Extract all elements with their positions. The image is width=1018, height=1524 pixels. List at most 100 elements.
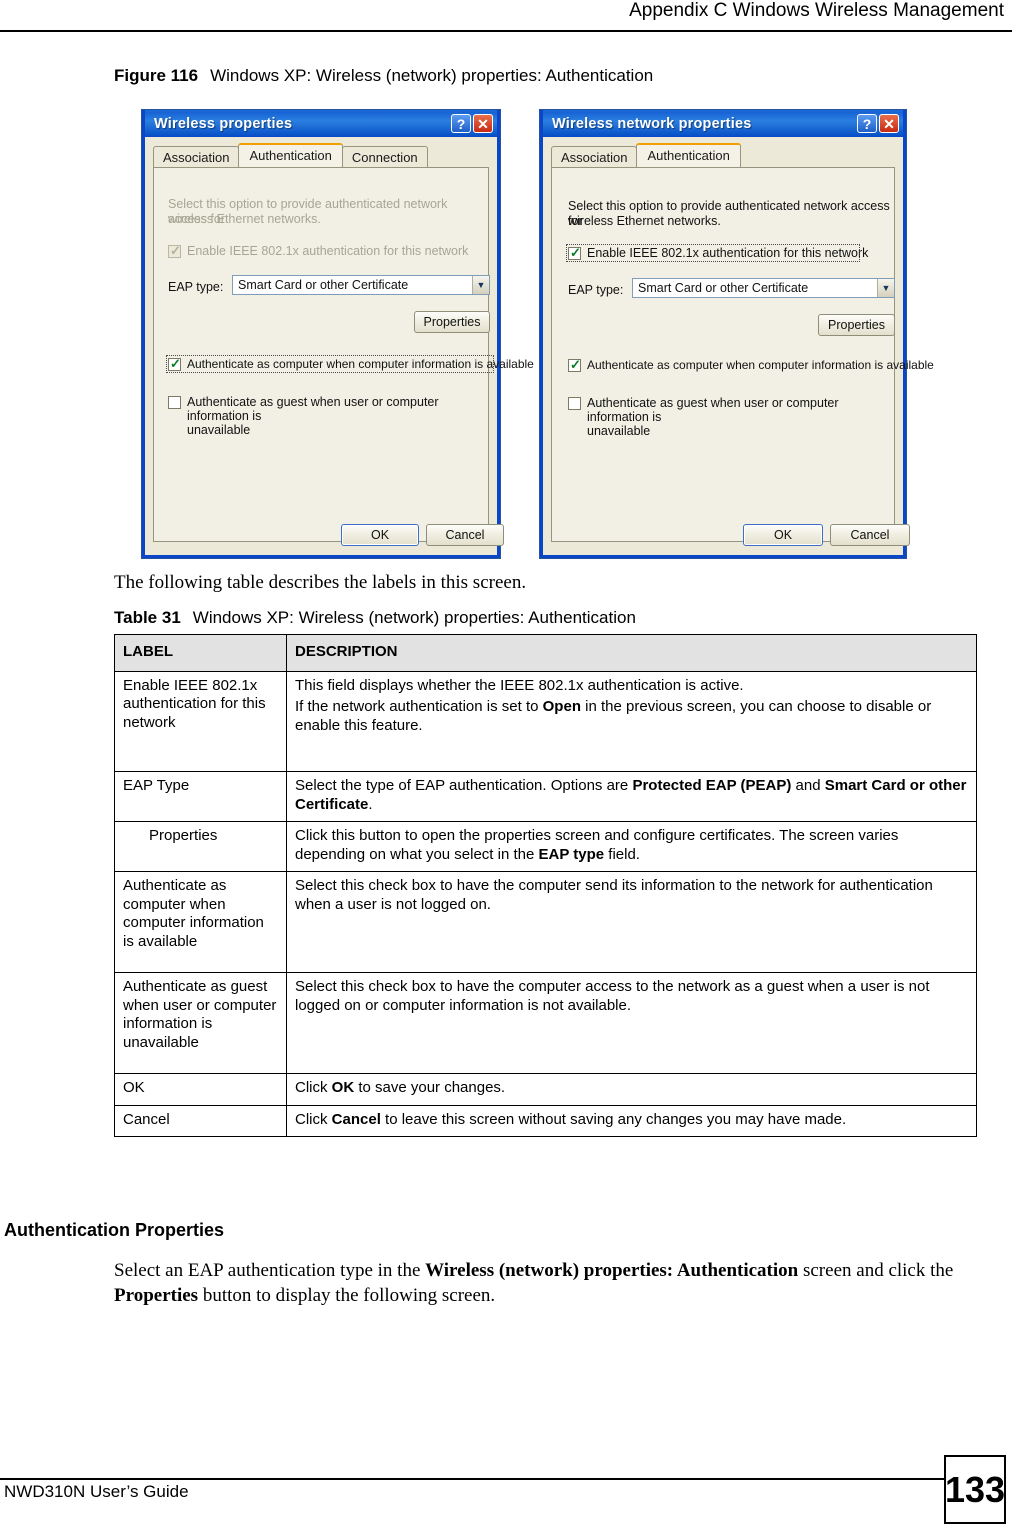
cancel-button[interactable]: Cancel xyxy=(426,524,504,546)
cancel-button[interactable]: Cancel xyxy=(830,524,910,546)
dialog-title: Wireless network properties xyxy=(552,115,752,132)
table-row: Authenticate as computer when computer i… xyxy=(114,871,977,973)
enable-8021x-checkbox[interactable]: ✓ xyxy=(568,245,581,260)
eap-type-select[interactable]: Smart Card or other Certificate ▼ xyxy=(632,278,895,298)
auth-as-computer-label: Authenticate as computer when computer i… xyxy=(187,357,534,371)
desc-paragraph: Select this check box to have the comput… xyxy=(295,877,968,914)
properties-button[interactable]: Properties xyxy=(818,314,895,336)
desc-text: Select this check box to have the comput… xyxy=(295,877,933,913)
desc-text: Click xyxy=(295,1110,332,1128)
tab-authentication[interactable]: Authentication xyxy=(636,143,741,167)
dialog-tabstrip: Association Authentication xyxy=(551,143,903,167)
properties-button-label: Properties xyxy=(423,315,481,329)
dialog-titlebar[interactable]: Wireless properties ? ✕ xyxy=(145,110,497,137)
ok-button[interactable]: OK xyxy=(341,524,419,546)
desc-paragraph: Click Cancel to leave this screen withou… xyxy=(295,1111,968,1130)
enable-8021x-label: Enable IEEE 802.1x authentication for th… xyxy=(587,246,869,260)
tab-connection[interactable]: Connection xyxy=(341,146,428,167)
properties-button[interactable]: Properties xyxy=(414,311,490,333)
auth-as-computer-checkbox-row[interactable]: ✓ Authenticate as computer when computer… xyxy=(568,357,934,372)
ok-button[interactable]: OK xyxy=(743,524,823,546)
checkmark-icon: ✓ xyxy=(570,245,581,260)
auth-as-guest-checkbox-row[interactable]: Authenticate as guest when user or compu… xyxy=(568,396,898,438)
row-spacer xyxy=(295,917,968,965)
wireless-properties-dialog[interactable]: Wireless properties ? ✕ Association Auth… xyxy=(142,110,534,558)
row-description: Select this check box to have the comput… xyxy=(286,972,977,1074)
auth-as-guest-label-block: Authenticate as guest when user or compu… xyxy=(187,395,492,437)
column-header-label: LABEL xyxy=(114,634,287,672)
row-label: Authenticate as guest when user or compu… xyxy=(114,972,287,1074)
desc-text: If the network authentication is set to xyxy=(295,698,543,715)
row-label: Enable IEEE 802.1x authentication for th… xyxy=(114,670,287,772)
table-row: Authenticate as guest when user or compu… xyxy=(114,972,977,1074)
close-icon[interactable]: ✕ xyxy=(473,114,493,133)
para-text: button to display the following screen. xyxy=(198,1285,496,1306)
row-spacer xyxy=(295,738,968,764)
row-description: Click OK to save your changes. xyxy=(286,1073,977,1106)
panel-description-line2: wireless Ethernet networks. xyxy=(168,212,321,226)
enable-8021x-label: Enable IEEE 802.1x authentication for th… xyxy=(187,244,469,258)
table-body: Enable IEEE 802.1x authentication for th… xyxy=(114,670,977,1137)
desc-text: to save your changes. xyxy=(354,1079,506,1096)
footer-divider xyxy=(0,1478,945,1480)
eap-type-value: Smart Card or other Certificate xyxy=(638,281,809,295)
running-header-text: Appendix C Windows Wireless Management xyxy=(629,0,1004,21)
enable-8021x-checkbox-row[interactable]: ✓ Enable IEEE 802.1x authentication for … xyxy=(566,244,868,262)
table-header-row: LABEL DESCRIPTION xyxy=(114,634,977,672)
titlebar-buttons: ? ✕ xyxy=(451,114,493,133)
desc-paragraph: Click this button to open the properties… xyxy=(295,827,968,864)
chevron-down-icon[interactable]: ▼ xyxy=(472,276,489,294)
close-icon[interactable]: ✕ xyxy=(879,114,899,133)
enable-8021x-checkbox[interactable]: ✓ xyxy=(168,244,181,258)
dialog-titlebar[interactable]: Wireless network properties ? ✕ xyxy=(543,110,903,137)
desc-text: Select this check box to have the comput… xyxy=(295,978,930,1014)
chevron-down-icon[interactable]: ▼ xyxy=(877,279,894,297)
table-label: Table 31 xyxy=(114,608,181,627)
auth-as-guest-label-line2: unavailable xyxy=(587,424,651,438)
help-icon[interactable]: ? xyxy=(451,114,471,133)
ok-button-label: OK xyxy=(773,528,793,542)
wireless-network-properties-dialog[interactable]: Wireless network properties ? ✕ Associat… xyxy=(540,110,934,558)
desc-text: to leave this screen without saving any … xyxy=(380,1110,847,1128)
checkmark-icon: ✓ xyxy=(570,357,581,372)
auth-as-computer-checkbox[interactable]: ✓ xyxy=(168,357,181,371)
section-heading: Authentication Properties xyxy=(4,1220,225,1240)
desc-text: and xyxy=(791,777,825,794)
desc-text: field. xyxy=(604,845,640,863)
cancel-button-label: Cancel xyxy=(850,528,890,542)
header-divider xyxy=(0,30,1012,32)
help-icon[interactable]: ? xyxy=(857,114,877,133)
desc-paragraph: Select the type of EAP authentication. O… xyxy=(295,777,968,814)
tab-authentication[interactable]: Authentication xyxy=(238,143,343,167)
desc-text: Select the type of EAP authentication. O… xyxy=(295,777,633,794)
section-paragraph: Select an EAP authentication type in the… xyxy=(114,1258,954,1308)
titlebar-buttons: ? ✕ xyxy=(857,114,899,133)
desc-paragraph: This field displays whether the IEEE 802… xyxy=(295,677,968,696)
desc-emphasis: Open xyxy=(542,698,581,715)
tab-association[interactable]: Association xyxy=(551,146,638,167)
dialog-title: Wireless properties xyxy=(154,115,293,132)
auth-as-guest-checkbox[interactable] xyxy=(568,397,581,410)
table-caption: Table 31 Windows XP: Wireless (network) p… xyxy=(114,608,636,628)
auth-as-guest-label-block: Authenticate as guest when user or compu… xyxy=(587,396,898,438)
auth-as-guest-checkbox[interactable] xyxy=(168,396,181,409)
row-spacer xyxy=(295,1018,968,1066)
tab-association[interactable]: Association xyxy=(153,146,240,167)
auth-as-computer-checkbox[interactable]: ✓ xyxy=(568,357,581,372)
desc-text: . xyxy=(368,795,373,813)
figure-label: Figure 116 xyxy=(114,66,199,85)
auth-as-computer-label: Authenticate as computer when computer i… xyxy=(587,358,934,372)
auth-as-computer-checkbox-row[interactable]: ✓ Authenticate as computer when computer… xyxy=(166,355,534,373)
eap-type-select[interactable]: Smart Card or other Certificate ▼ xyxy=(232,275,490,295)
ok-button-label: OK xyxy=(370,528,390,542)
eap-type-value: Smart Card or other Certificate xyxy=(238,278,409,292)
desc-emphasis: Cancel xyxy=(331,1110,381,1128)
authentication-panel: Select this option to provide authentica… xyxy=(551,167,934,542)
auth-as-guest-checkbox-row[interactable]: Authenticate as guest when user or compu… xyxy=(168,395,492,437)
row-description: Select the type of EAP authentication. O… xyxy=(286,771,977,822)
para-emphasis: Wireless (network) properties: Authentic… xyxy=(425,1260,799,1281)
table-head: LABEL DESCRIPTION xyxy=(114,634,977,672)
auth-as-guest-label-line1: Authenticate as guest when user or compu… xyxy=(587,396,839,424)
enable-8021x-checkbox-row[interactable]: ✓ Enable IEEE 802.1x authentication for … xyxy=(168,244,488,258)
desc-paragraph: Select this check box to have the comput… xyxy=(295,978,968,1015)
